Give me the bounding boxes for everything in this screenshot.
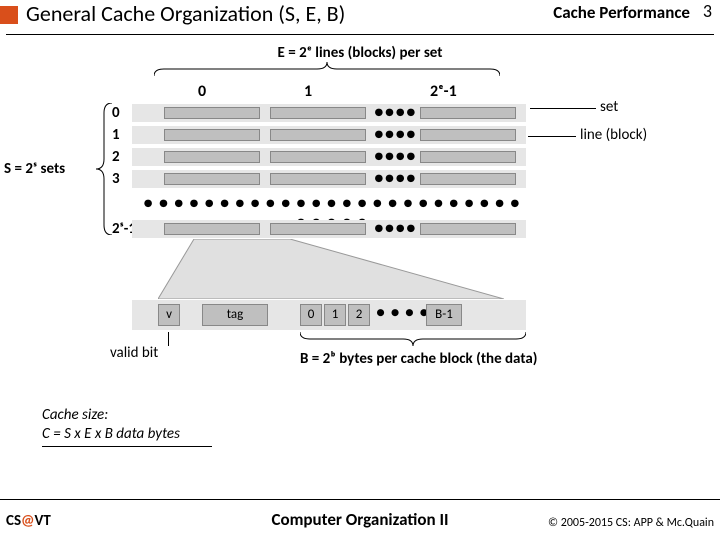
s-brace-icon: [96, 103, 112, 235]
line-box: [270, 151, 366, 163]
cache-size-note: Cache size: C = S x E x B data bytes: [42, 406, 180, 444]
cache-size-line2: C = S x E x B data bytes: [42, 425, 180, 443]
line-box: [270, 107, 366, 119]
e-dimension-label: E = 2ᵉ lines (blocks) per set: [0, 44, 720, 62]
set-row: ●●●●: [132, 104, 526, 122]
ellipsis-icon: ●●●●: [374, 103, 417, 122]
set-row: ●●●●: [132, 126, 526, 144]
line-box: [270, 223, 366, 235]
line-box: [164, 151, 260, 163]
valid-pointer-icon: [168, 332, 169, 346]
annotation-set: set: [600, 98, 618, 116]
byte-box: 2: [348, 304, 370, 326]
column-header-last: 2ᵉ-1: [430, 82, 457, 101]
b-dimension-label: B = 2ᵇ bytes per cache block (the data): [300, 350, 537, 368]
set-row: ●●●●: [132, 220, 526, 238]
page-number: 3: [703, 0, 712, 22]
zoom-trapezoid-icon: [158, 239, 504, 299]
line-box: [270, 129, 366, 141]
footer-rule: [0, 499, 720, 500]
valid-bit-label: valid bit: [110, 344, 158, 362]
column-header-1: 1: [304, 82, 312, 101]
byte-box: 0: [300, 304, 322, 326]
b-brace-icon: [300, 332, 526, 346]
cache-size-line1: Cache size:: [42, 406, 108, 424]
set-row: ●●●●: [132, 170, 526, 188]
set-row-label: 0: [112, 104, 120, 122]
line-box: [420, 151, 516, 163]
cache-size-underline: [42, 446, 212, 447]
set-row-label: 1: [112, 126, 120, 144]
byte-box: 1: [324, 304, 346, 326]
ellipsis-icon: ●●●●: [374, 125, 417, 144]
slide-subtitle: Cache Performance: [553, 2, 690, 23]
slide-title: General Cache Organization (S, E, B): [26, 0, 345, 27]
set-row: ●●●●: [132, 148, 526, 166]
annotation-line: line (block): [580, 126, 647, 144]
line-box: [420, 107, 516, 119]
tag-box: tag: [202, 304, 268, 326]
set-row-label: 2: [112, 148, 120, 166]
footer-right: © 2005-2015 CS: APP & Mc.Quain: [548, 516, 714, 530]
line-box: [420, 129, 516, 141]
line-box: [164, 223, 260, 235]
e-brace-icon: [154, 62, 500, 76]
line-detail: v tag 0 1 2 ● ● ● ● ● B-1: [132, 300, 526, 330]
line-box: [164, 107, 260, 119]
s-dimension-label: S = 2ˢ sets: [4, 160, 65, 178]
line-box: [164, 173, 260, 185]
byte-box: B-1: [426, 304, 462, 326]
ellipsis-icon: ●●●●: [374, 219, 417, 238]
valid-box: v: [158, 304, 180, 326]
ellipsis-icon: ●●●●: [374, 169, 417, 188]
title-bullet: [0, 6, 18, 24]
line-box: [270, 173, 366, 185]
ellipsis-icon: ●●●●: [374, 147, 417, 166]
line-box: [420, 223, 516, 235]
line-box: [164, 129, 260, 141]
title-rule: [6, 34, 714, 35]
line-box: [420, 173, 516, 185]
column-header-0: 0: [198, 82, 206, 101]
set-row-label: 3: [112, 170, 120, 188]
